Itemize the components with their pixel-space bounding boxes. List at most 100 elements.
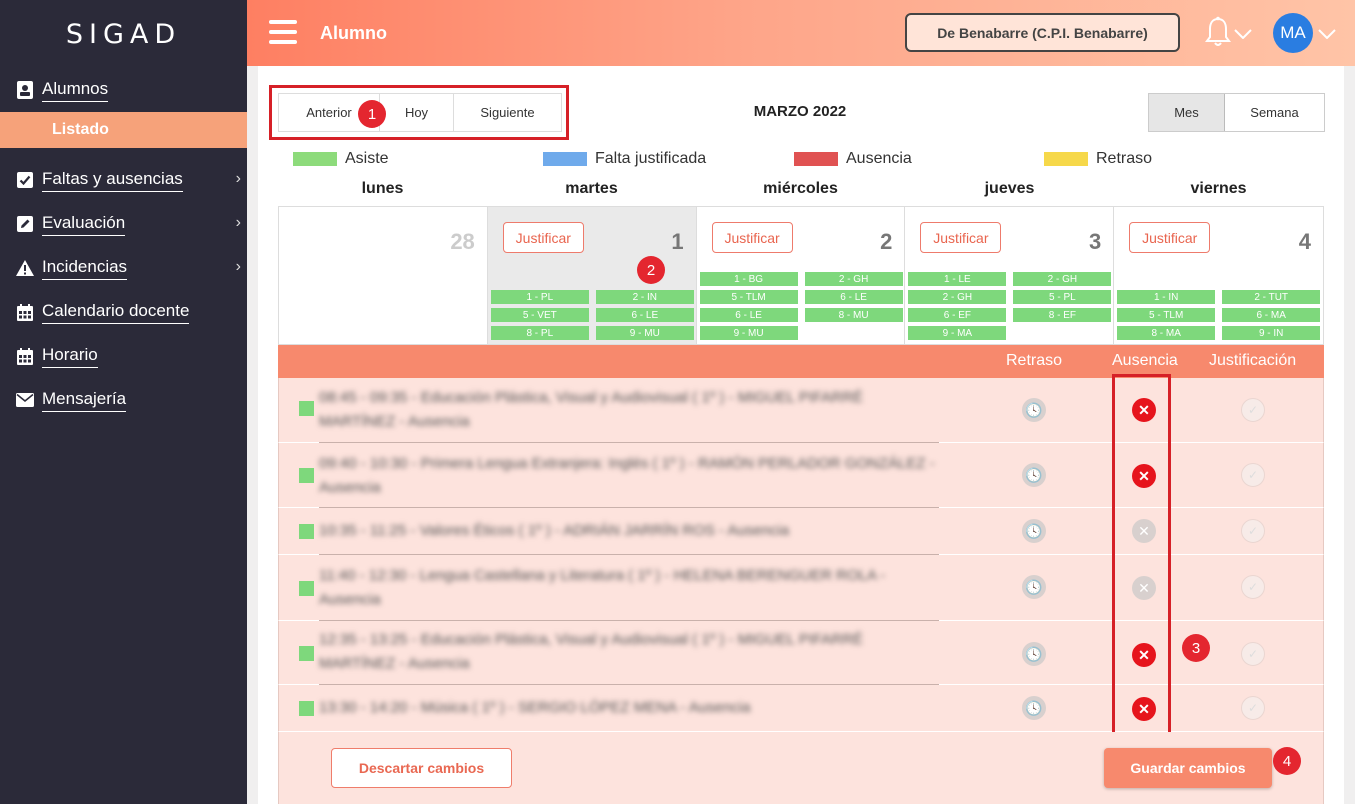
day-number: 4 xyxy=(1298,229,1311,254)
calendar-grid: 28 Justificar 1 1 - PL 2 - IN 5 - VET 6 … xyxy=(278,206,1324,345)
edit-icon xyxy=(16,215,34,233)
clock-icon[interactable]: 🕓 xyxy=(1022,519,1046,543)
session-chips: 1 - BG 2 - GH 5 - TLM 6 - LE 6 - LE 8 - … xyxy=(699,272,903,340)
calendar-icon xyxy=(16,347,34,365)
clock-icon[interactable]: 🕓 xyxy=(1022,463,1046,487)
day-number: 2 xyxy=(880,229,893,254)
status-square xyxy=(299,524,314,539)
session-chip[interactable]: 1 - IN xyxy=(1117,290,1216,304)
clock-icon[interactable]: 🕓 xyxy=(1022,642,1046,666)
avatar[interactable]: MA xyxy=(1273,13,1313,53)
sidebar-item-horario[interactable]: Horario xyxy=(0,334,247,378)
envelope-icon xyxy=(16,391,34,409)
hamburger-menu-icon[interactable] xyxy=(269,20,297,44)
chevron-down-icon[interactable] xyxy=(1318,26,1336,44)
month-view-button[interactable]: Mes xyxy=(1149,94,1225,131)
annotation-badge: 2 xyxy=(637,256,665,284)
sidebar-item-incidencias[interactable]: Incidencias › xyxy=(0,246,247,290)
check-icon[interactable]: ✓ xyxy=(1241,575,1265,599)
annotation-badge: 1 xyxy=(358,100,386,128)
chevron-down-icon[interactable] xyxy=(1234,26,1252,44)
session-chip[interactable]: 2 - TUT xyxy=(1222,290,1321,304)
week-view-button[interactable]: Semana xyxy=(1225,94,1324,131)
session-chip[interactable]: 9 - MA xyxy=(908,326,1007,340)
sidebar-item-mensajeria[interactable]: Mensajería xyxy=(0,378,247,422)
session-chip[interactable]: 5 - TLM xyxy=(699,290,798,304)
session-chip[interactable]: 2 - GH xyxy=(908,290,1007,304)
column-header-delay: Retraso xyxy=(1006,352,1063,369)
clock-icon[interactable]: 🕓 xyxy=(1022,398,1046,422)
clock-icon[interactable]: 🕓 xyxy=(1022,696,1046,720)
justify-button[interactable]: Justificar xyxy=(920,222,1002,253)
calendar-day-cell[interactable]: Justificar 3 1 - LE 2 - GH 2 - GH 5 - PL… xyxy=(905,207,1115,344)
session-chip[interactable]: 1 - LE xyxy=(908,272,1007,286)
session-description: 12:35 - 13:25 - Educación Plástica, Visu… xyxy=(319,631,864,672)
calendar-day-cell[interactable]: Justificar 2 1 - BG 2 - GH 5 - TLM 6 - L… xyxy=(697,207,906,344)
session-chip[interactable]: 8 - MA xyxy=(1117,326,1216,340)
session-chip[interactable]: 6 - EF xyxy=(908,308,1007,322)
legend-swatch xyxy=(293,152,337,166)
weekday-header: miércoles xyxy=(763,180,838,197)
form-footer: Descartar cambios Guardar cambios xyxy=(278,732,1324,804)
check-icon[interactable]: ✓ xyxy=(1241,696,1265,720)
calendar-icon xyxy=(16,303,34,321)
session-chip[interactable]: 9 - IN xyxy=(1222,326,1321,340)
bell-icon[interactable] xyxy=(1205,16,1231,53)
session-chip[interactable]: 1 - PL xyxy=(490,290,589,304)
check-icon[interactable]: ✓ xyxy=(1241,642,1265,666)
calendar-day-cell[interactable]: Justificar 4 1 - IN 2 - TUT 5 - TLM 6 - … xyxy=(1114,207,1323,344)
page-title: Alumno xyxy=(320,23,387,43)
session-chip[interactable]: 8 - MU xyxy=(804,308,903,322)
sidebar-item-calendario-docente[interactable]: Calendario docente xyxy=(0,290,247,334)
justify-button[interactable]: Justificar xyxy=(502,222,584,253)
justify-button[interactable]: Justificar xyxy=(1129,222,1211,253)
sidebar-item-listado[interactable]: Listado xyxy=(0,112,247,148)
session-chip[interactable]: 8 - PL xyxy=(490,326,589,340)
legend-item: Ausencia xyxy=(794,150,912,168)
session-chip[interactable]: 6 - MA xyxy=(1222,308,1321,322)
session-chip[interactable]: 6 - LE xyxy=(595,308,694,322)
legend-item: Asiste xyxy=(293,150,389,168)
annotation-badge: 3 xyxy=(1182,634,1210,662)
session-chip[interactable]: 9 - MU xyxy=(699,326,798,340)
session-chip[interactable]: 6 - LE xyxy=(804,290,903,304)
check-icon[interactable]: ✓ xyxy=(1241,463,1265,487)
status-square xyxy=(299,701,314,716)
check-icon[interactable]: ✓ xyxy=(1241,398,1265,422)
student-icon xyxy=(16,81,34,99)
session-chip[interactable]: 5 - VET xyxy=(490,308,589,322)
session-chip[interactable]: 2 - IN xyxy=(595,290,694,304)
checkbox-icon xyxy=(16,171,34,189)
session-chip[interactable]: 8 - EF xyxy=(1013,308,1112,322)
session-chip[interactable]: 2 - GH xyxy=(804,272,903,286)
annotation-frame xyxy=(1112,374,1171,740)
calendar-day-cell[interactable]: Justificar 1 1 - PL 2 - IN 5 - VET 6 - L… xyxy=(487,207,697,344)
session-chip[interactable]: 2 - GH xyxy=(1013,272,1112,286)
check-icon[interactable]: ✓ xyxy=(1241,519,1265,543)
status-square xyxy=(299,468,314,483)
sidebar-item-evaluacion[interactable]: Evaluación › xyxy=(0,202,247,246)
session-chip[interactable]: 1 - BG xyxy=(699,272,798,286)
session-chip[interactable]: 5 - TLM xyxy=(1117,308,1216,322)
calendar-day-cell[interactable]: 28 xyxy=(279,207,488,344)
justify-button[interactable]: Justificar xyxy=(711,222,793,253)
session-chip[interactable]: 6 - LE xyxy=(699,308,798,322)
save-changes-button[interactable]: Guardar cambios xyxy=(1104,748,1272,788)
legend-label: Ausencia xyxy=(846,150,912,167)
session-chip[interactable]: 5 - PL xyxy=(1013,290,1112,304)
status-square xyxy=(299,401,314,416)
session-chip[interactable]: 9 - MU xyxy=(595,326,694,340)
sidebar-item-label: Faltas y ausencias xyxy=(42,169,183,192)
legend-swatch xyxy=(794,152,838,166)
sidebar-item-label: Incidencias xyxy=(42,257,128,280)
day-number: 3 xyxy=(1088,229,1102,254)
discard-changes-button[interactable]: Descartar cambios xyxy=(331,748,512,788)
sidebar-item-alumnos[interactable]: Alumnos xyxy=(0,68,247,112)
session-description: 08:45 - 09:35 - Educación Plástica, Visu… xyxy=(319,389,864,430)
status-square xyxy=(299,646,314,661)
sidebar-item-label: Horario xyxy=(42,345,98,368)
clock-icon[interactable]: 🕓 xyxy=(1022,575,1046,599)
view-switcher: Mes Semana xyxy=(1148,93,1325,132)
sidebar-item-faltas[interactable]: Faltas y ausencias › xyxy=(0,158,247,202)
school-selector-button[interactable]: De Benabarre (C.P.I. Benabarre) xyxy=(905,13,1180,52)
